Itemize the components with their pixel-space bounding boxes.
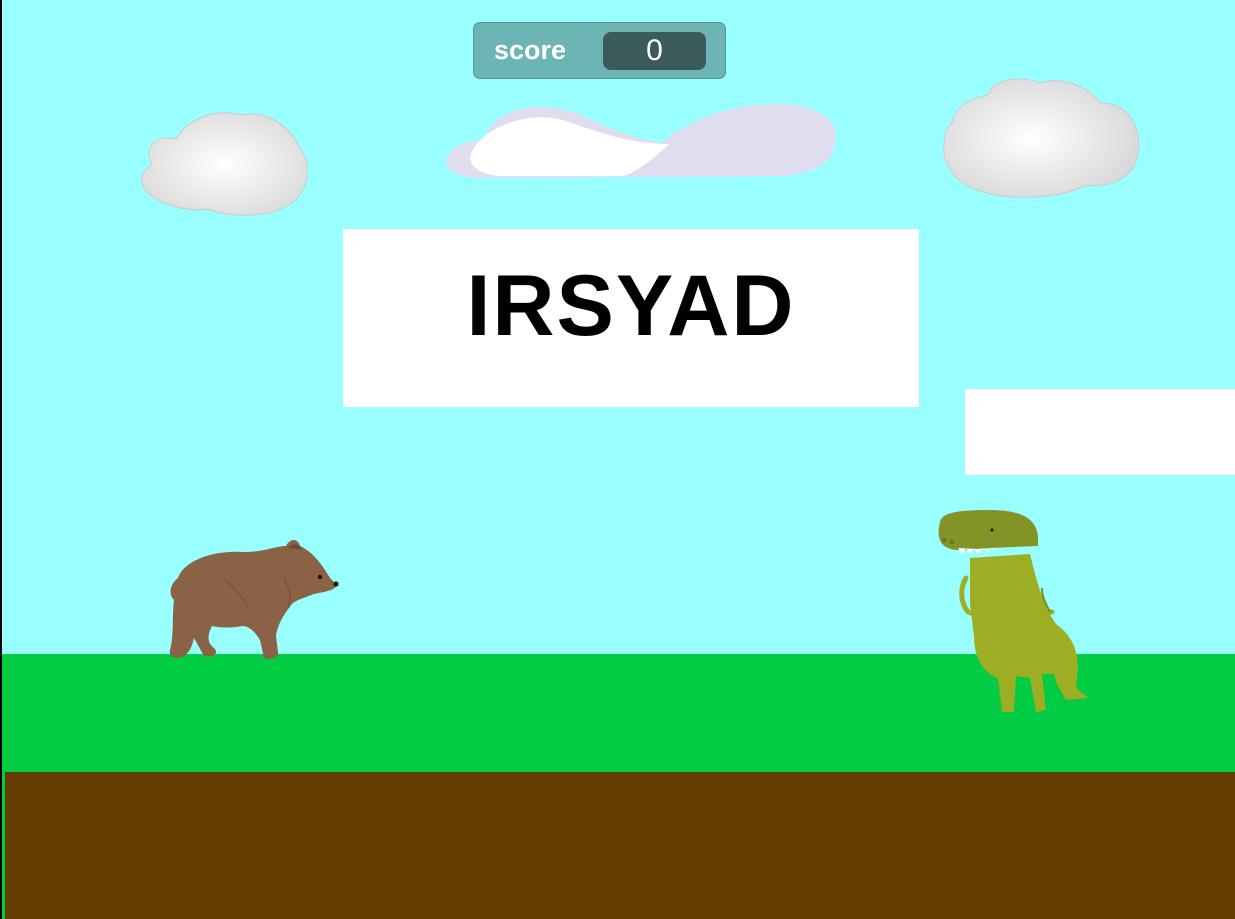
cloud-right [943,78,1140,198]
cloud-middle [446,103,836,178]
blank-sign[interactable] [965,389,1235,475]
cloud-left [141,112,308,216]
title-sign[interactable]: IRSYAD [343,229,919,407]
bear-icon[interactable] [164,538,342,662]
game-stage[interactable]: score 0 IRSYAD [2,0,1235,919]
score-label: score [494,35,567,65]
dirt-ground [5,772,1235,919]
score-value: 0 [603,32,706,70]
score-monitor[interactable]: score 0 [473,22,726,79]
title-text: IRSYAD [466,258,796,354]
dinosaur-icon[interactable] [930,508,1090,714]
grass-edge [2,772,5,919]
